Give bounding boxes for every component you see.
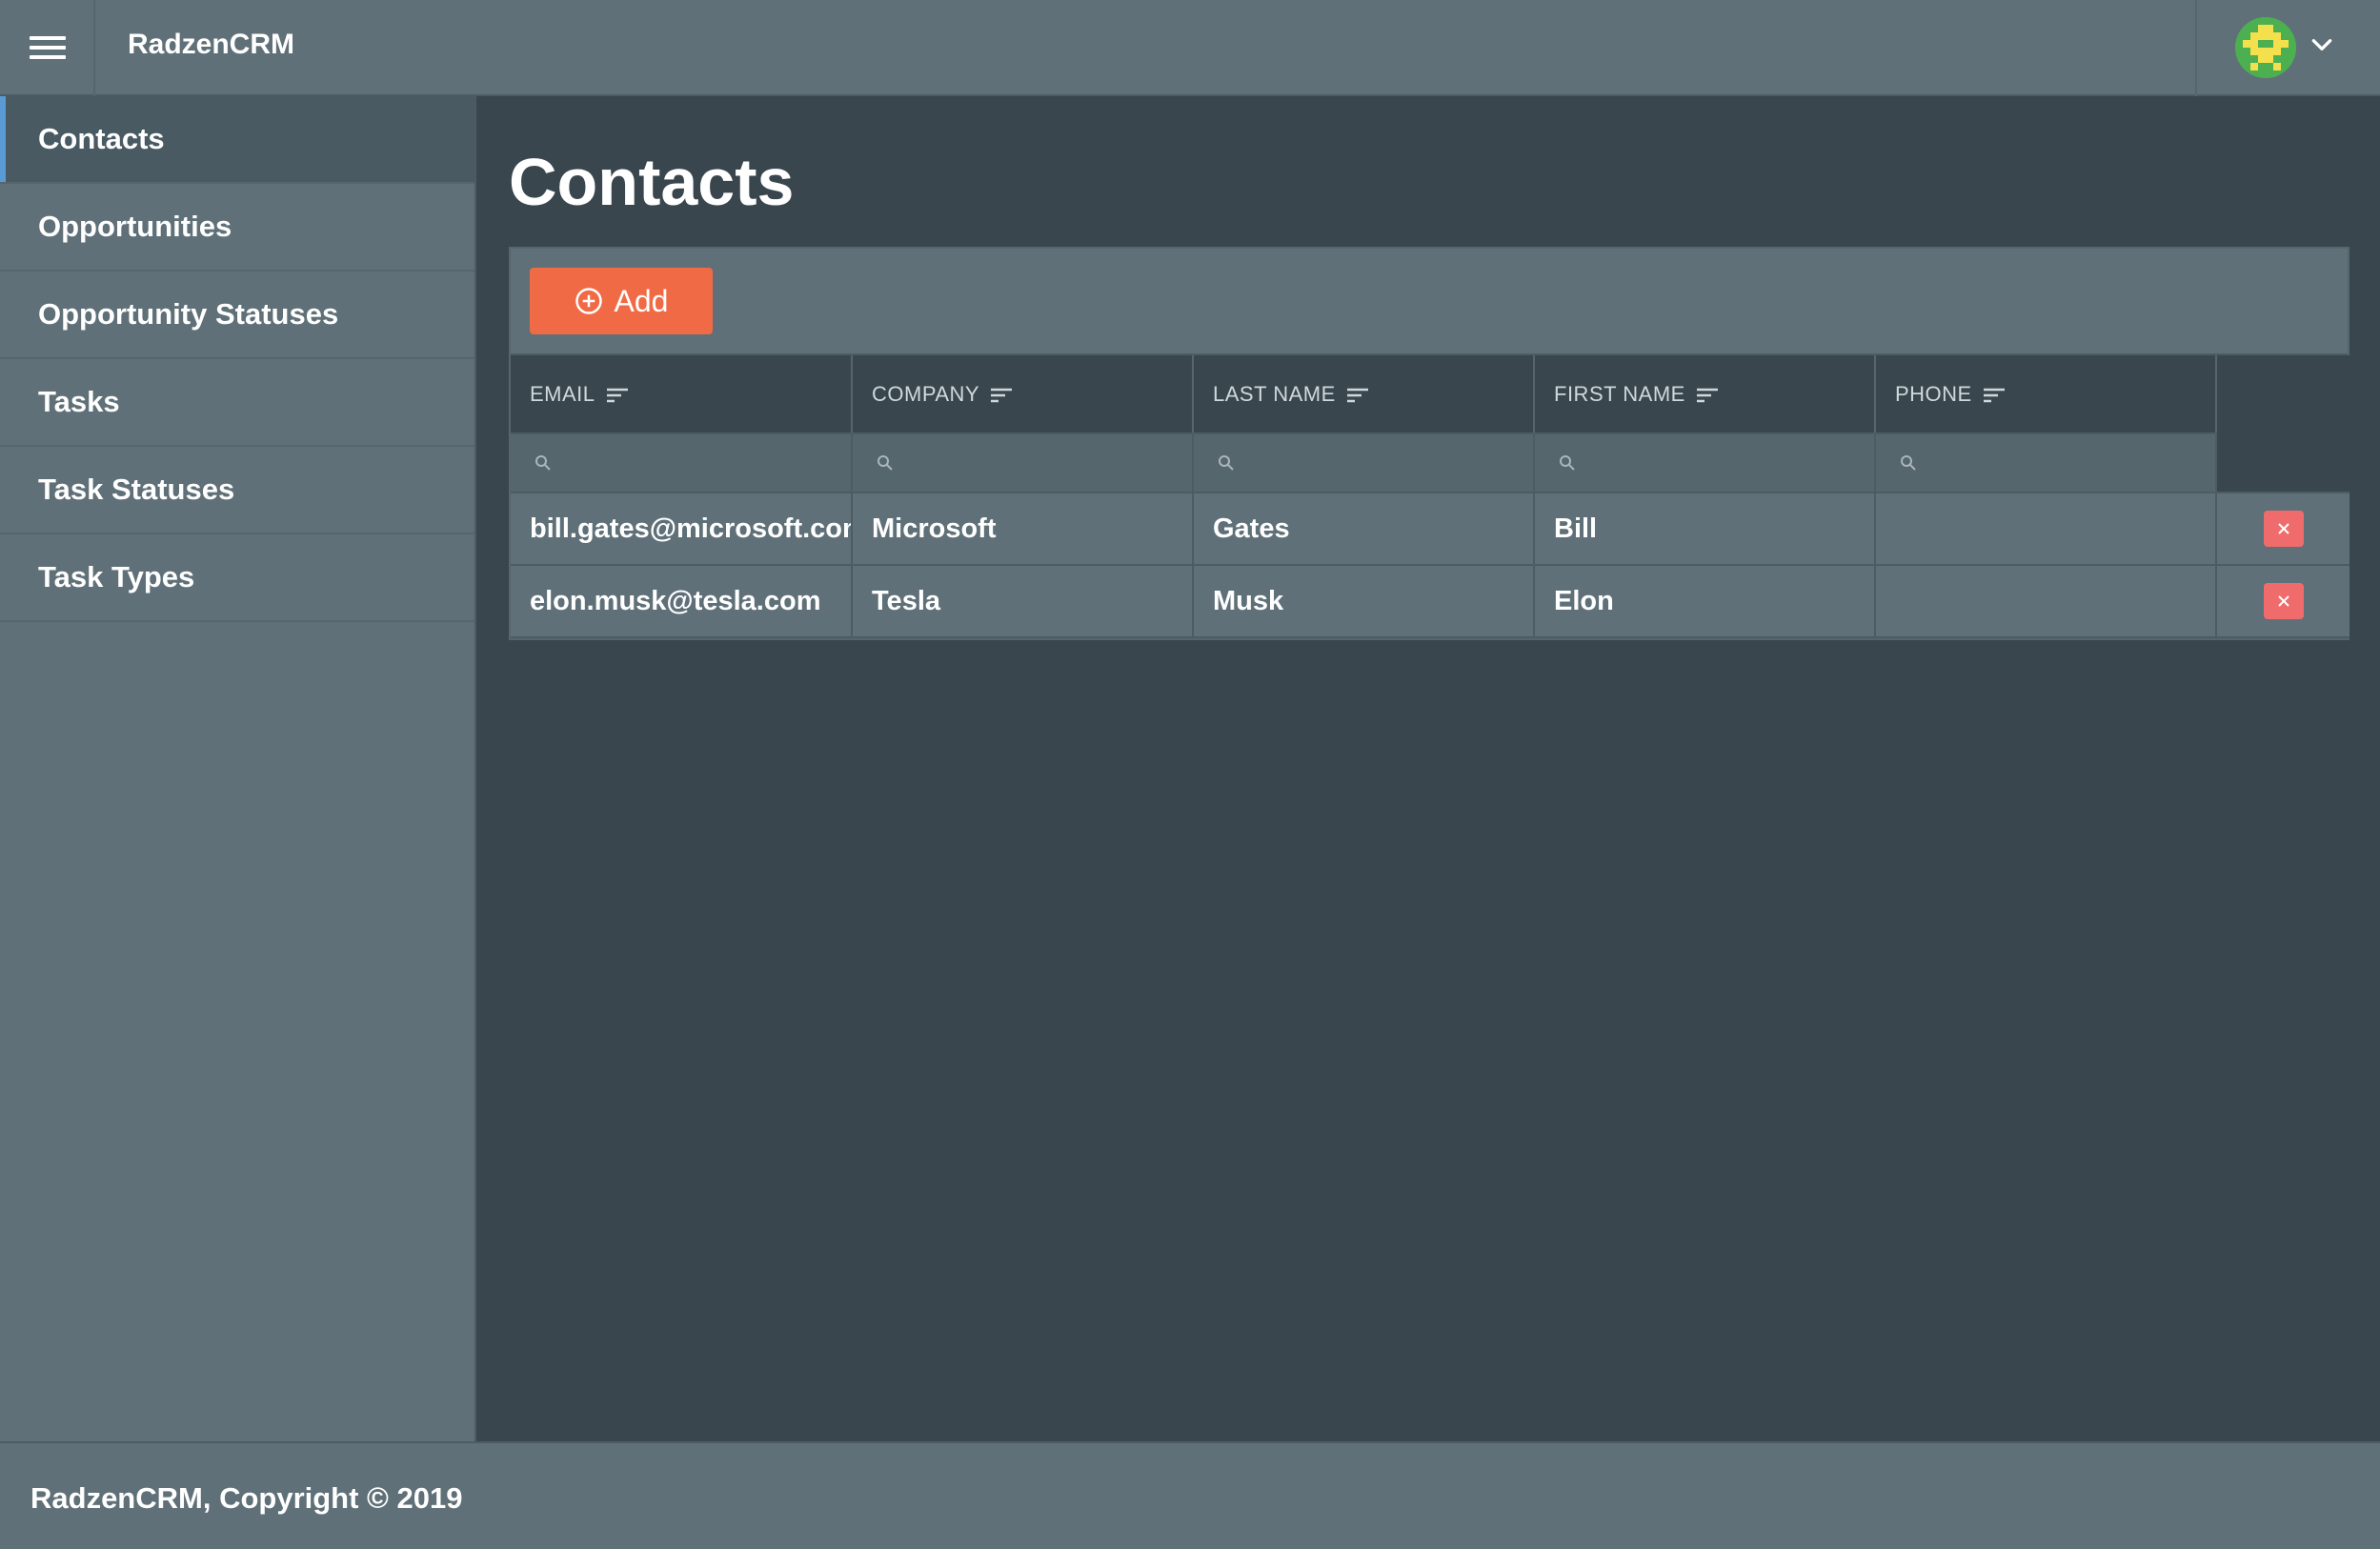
close-icon xyxy=(2277,595,2289,607)
column-header-label: LAST NAME xyxy=(1213,381,1336,406)
header-row: EMAIL COMPANY LAST NAME FIRST NAME PHONE xyxy=(511,355,2350,493)
cell-first-name[interactable]: Bill xyxy=(1534,493,1876,566)
first-name-filter-input[interactable] xyxy=(1554,444,1855,482)
plus-circle-icon xyxy=(575,288,602,314)
cell-phone[interactable] xyxy=(1875,493,2217,566)
user-avatar[interactable] xyxy=(2235,17,2296,78)
add-button[interactable]: Add xyxy=(530,268,713,334)
sidebar-item-opportunity-statuses[interactable]: Opportunity Statuses xyxy=(0,272,474,359)
column-header-label: FIRST NAME xyxy=(1554,381,1685,406)
search-icon xyxy=(877,455,893,471)
filter-cell-email xyxy=(511,433,853,493)
main-content: Contacts Add EMAIL COMPANY LAST NAME FIR… xyxy=(476,96,2380,1441)
cell-email[interactable]: bill.gates@microsoft.com xyxy=(511,493,853,566)
footer-copyright: RadzenCRM, Copyright © 2019 xyxy=(30,1481,463,1515)
sidebar-item-contacts[interactable]: Contacts xyxy=(0,96,474,184)
column-header-label: EMAIL xyxy=(530,381,595,406)
table-row[interactable]: elon.musk@tesla.com Tesla Musk Elon xyxy=(511,565,2350,638)
company-filter-input[interactable] xyxy=(872,444,1173,482)
cell-last-name[interactable]: Gates xyxy=(1193,493,1535,566)
search-icon xyxy=(1901,455,1916,471)
sidebar-item-task-statuses[interactable]: Task Statuses xyxy=(0,447,474,534)
sort-icon[interactable] xyxy=(605,386,630,405)
search-icon xyxy=(1560,455,1575,471)
sort-icon[interactable] xyxy=(1345,386,1370,405)
sidebar-item-label: Opportunities xyxy=(38,210,232,243)
delete-button[interactable] xyxy=(2263,511,2304,547)
hamburger-menu-icon[interactable] xyxy=(0,0,95,96)
cell-phone[interactable] xyxy=(1875,565,2217,638)
app: RadzenCRM Contacts Opportunities Opportu… xyxy=(0,0,2380,1549)
cell-actions xyxy=(2216,565,2350,638)
cell-actions xyxy=(2216,493,2350,566)
brand-title: RadzenCRM xyxy=(128,29,295,60)
table-row[interactable]: bill.gates@microsoft.com Microsoft Gates… xyxy=(511,493,2350,566)
column-header-first-name[interactable]: FIRST NAME xyxy=(1534,355,1876,434)
sort-icon[interactable] xyxy=(989,386,1014,405)
chevron-down-icon[interactable] xyxy=(2309,32,2334,57)
cell-company[interactable]: Microsoft xyxy=(852,493,1194,566)
column-header-company[interactable]: COMPANY xyxy=(852,355,1194,434)
filter-row xyxy=(511,433,2350,493)
cell-company[interactable]: Tesla xyxy=(852,565,1194,638)
search-icon xyxy=(1219,455,1234,471)
filter-cell-phone xyxy=(1875,433,2217,493)
delete-button[interactable] xyxy=(2263,583,2304,619)
column-header-phone[interactable]: PHONE xyxy=(1875,355,2217,434)
sort-icon[interactable] xyxy=(1695,386,1720,405)
sidebar-item-label: Tasks xyxy=(38,385,120,418)
cell-email[interactable]: elon.musk@tesla.com xyxy=(511,565,853,638)
column-header-label: PHONE xyxy=(1895,381,1972,406)
last-name-filter-input[interactable] xyxy=(1213,444,1514,482)
cell-first-name[interactable]: Elon xyxy=(1534,565,1876,638)
sidebar: Contacts Opportunities Opportunity Statu… xyxy=(0,96,476,1441)
filter-cell-company xyxy=(852,433,1194,493)
sort-icon[interactable] xyxy=(1982,386,2007,405)
sidebar-item-tasks[interactable]: Tasks xyxy=(0,359,474,447)
sidebar-item-label: Opportunity Statuses xyxy=(38,297,339,331)
column-header-last-name[interactable]: LAST NAME xyxy=(1193,355,1535,434)
column-header-label: COMPANY xyxy=(872,381,980,406)
sidebar-item-label: Task Types xyxy=(38,560,195,593)
cell-last-name[interactable]: Musk xyxy=(1193,565,1535,638)
filter-cell-first-name xyxy=(1534,433,1876,493)
page-title: Contacts xyxy=(509,145,795,219)
sidebar-item-opportunities[interactable]: Opportunities xyxy=(0,184,474,272)
profile-menu[interactable] xyxy=(2195,0,2380,96)
grid-toolbar: Add xyxy=(511,249,2348,355)
column-header-email[interactable]: EMAIL xyxy=(511,355,853,434)
email-filter-input[interactable] xyxy=(530,444,832,482)
sidebar-item-label: Task Statuses xyxy=(38,473,235,506)
actions-column-header xyxy=(2216,355,2350,493)
footer: RadzenCRM, Copyright © 2019 xyxy=(0,1441,2380,1549)
top-header: RadzenCRM xyxy=(0,0,2380,96)
close-icon xyxy=(2277,523,2289,534)
search-icon xyxy=(535,455,551,471)
sidebar-item-task-types[interactable]: Task Types xyxy=(0,534,474,622)
phone-filter-input[interactable] xyxy=(1895,444,2196,482)
sidebar-item-label: Contacts xyxy=(38,122,165,155)
add-button-label: Add xyxy=(614,283,669,318)
contacts-table: EMAIL COMPANY LAST NAME FIRST NAME PHONE xyxy=(511,355,2350,638)
contacts-grid: Add EMAIL COMPANY LAST NAME FIRST NAME P… xyxy=(509,247,2350,640)
filter-cell-last-name xyxy=(1193,433,1535,493)
